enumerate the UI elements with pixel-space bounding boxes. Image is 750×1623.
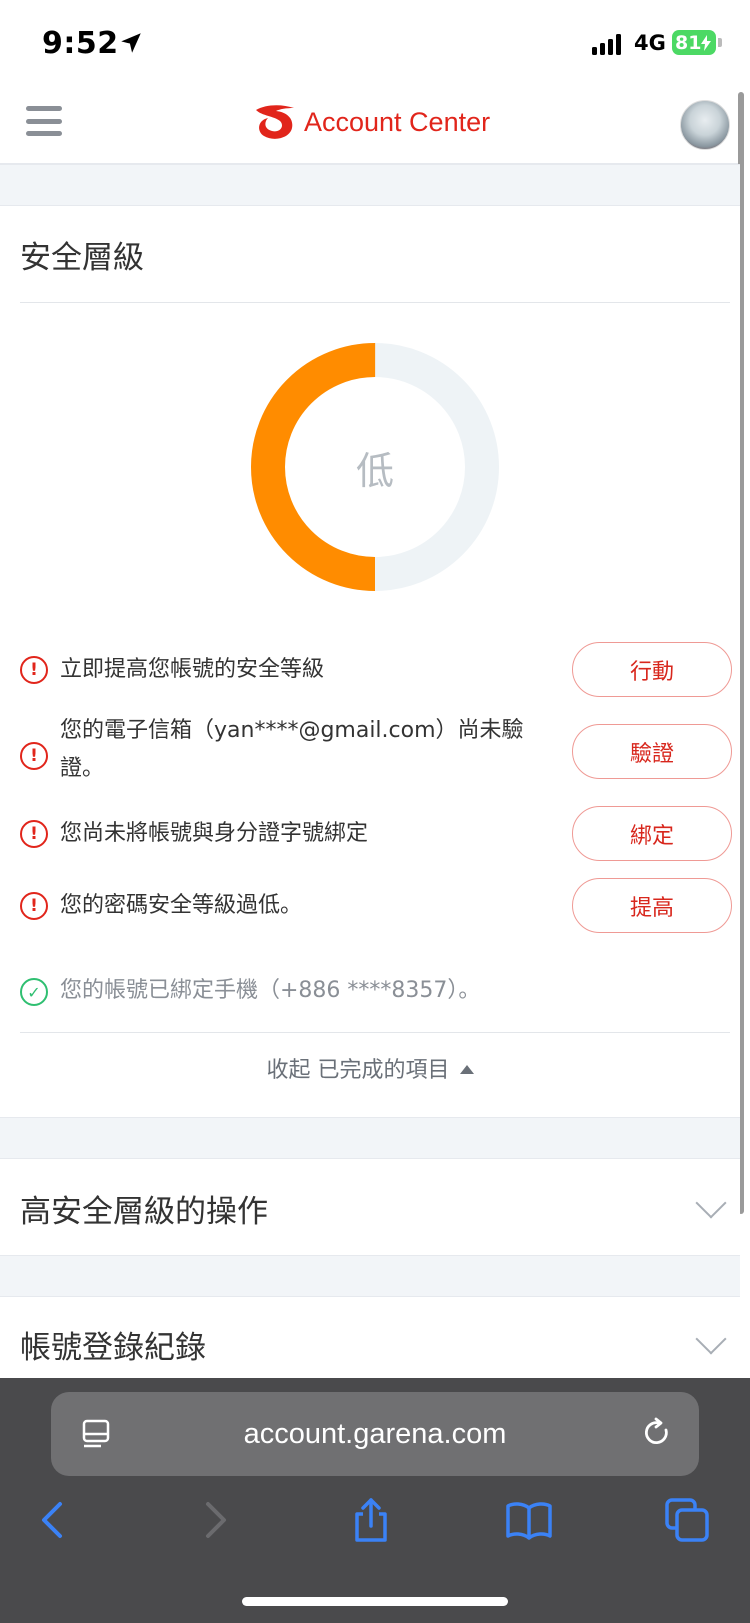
- forward-icon[interactable]: [190, 1496, 238, 1544]
- status-bar: 9:52 4G 81: [0, 0, 750, 92]
- warning-icon: !: [20, 892, 48, 920]
- login-history-title: 帳號登錄紀錄: [20, 1330, 206, 1366]
- back-icon[interactable]: [30, 1496, 78, 1544]
- section-spacer: [0, 164, 740, 206]
- url-text[interactable]: account.garena.com: [51, 1392, 699, 1476]
- collapse-label: 收起 已完成的項目: [266, 1058, 450, 1083]
- warning-icon: !: [20, 656, 48, 684]
- address-bar[interactable]: account.garena.com: [51, 1392, 699, 1476]
- item-text: 您的密碼安全等級過低。: [60, 893, 303, 918]
- home-indicator[interactable]: [242, 1597, 508, 1606]
- divider: [20, 302, 730, 303]
- collapse-completed-toggle[interactable]: 收起 已完成的項目: [0, 1052, 740, 1084]
- security-level-label: 低: [355, 448, 394, 493]
- caret-up-icon: [459, 1064, 474, 1074]
- section-spacer: [0, 1117, 740, 1159]
- status-time: 9:52: [42, 26, 119, 61]
- battery-icon: 81: [672, 30, 716, 55]
- item-text: 您的電子信箱（yan****@gmail.com）尚未驗: [60, 718, 524, 743]
- item-text-continued: 證。: [60, 756, 105, 781]
- completed-item-text: 您的帳號已綁定手機（+886 ****8357）。: [60, 978, 481, 1003]
- list-item: ! 您的電子信箱（yan****@gmail.com）尚未驗 證。 驗證: [0, 712, 740, 798]
- hamburger-menu-icon[interactable]: [26, 106, 62, 136]
- brand-title: Account Center: [304, 106, 491, 137]
- list-item: ! 您的密碼安全等級過低。 提高: [0, 876, 740, 936]
- bookmarks-icon[interactable]: [505, 1496, 553, 1544]
- share-icon[interactable]: [347, 1496, 395, 1544]
- bind-button[interactable]: 綁定: [572, 806, 732, 861]
- action-button[interactable]: 行動: [572, 642, 732, 697]
- network-type: 4G: [634, 31, 666, 55]
- brand[interactable]: Account Center: [252, 102, 490, 142]
- reload-icon[interactable]: [641, 1416, 673, 1450]
- warning-icon: !: [20, 820, 48, 848]
- security-level-title: 安全層級: [20, 240, 144, 276]
- list-item: ! 您尚未將帳號與身分證字號綁定 綁定: [0, 804, 740, 864]
- high-security-title: 高安全層級的操作: [20, 1194, 268, 1230]
- battery-level: 81: [675, 31, 702, 54]
- item-text: 您尚未將帳號與身分證字號綁定: [60, 821, 369, 846]
- item-text: 立即提高您帳號的安全等級: [60, 657, 325, 682]
- garena-logo-icon: [256, 105, 294, 139]
- tabs-icon[interactable]: [663, 1496, 711, 1544]
- check-icon: ✓: [20, 978, 48, 1006]
- battery-cap: [718, 38, 722, 47]
- cellular-signal-icon: [592, 33, 621, 55]
- user-avatar[interactable]: [680, 100, 730, 150]
- location-arrow-icon: [121, 33, 141, 53]
- charging-bolt-icon: [701, 34, 712, 51]
- divider: [20, 1032, 730, 1033]
- warning-icon: !: [20, 742, 48, 770]
- improve-button[interactable]: 提高: [572, 878, 732, 933]
- section-spacer: [0, 1255, 740, 1297]
- verify-button[interactable]: 驗證: [572, 724, 732, 779]
- list-item: ! 立即提高您帳號的安全等級 行動: [0, 640, 740, 700]
- app-header: Account Center: [0, 92, 740, 164]
